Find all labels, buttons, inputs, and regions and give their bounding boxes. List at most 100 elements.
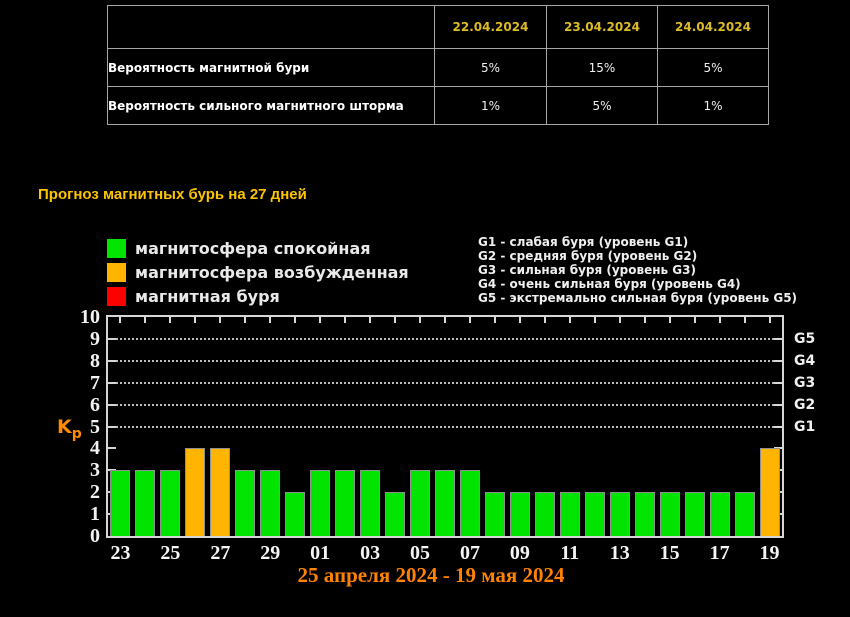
storm-color-swatch [107,287,126,306]
day-tick [744,317,746,323]
chart-date-range: 25 апреля 2024 - 19 мая 2024 [106,563,756,588]
table-row: Вероятность магнитной бури 5% 15% 5% [108,49,769,87]
y-axis-tick [774,360,782,362]
y-axis-labels: 012345678910 [28,315,100,538]
legend-item-quiet: магнитосфера спокойная [107,236,409,260]
table-corner-cell [108,6,435,49]
probability-value: 5% [547,87,658,125]
g-level-line: G2 - средняя буря (уровень G2) [478,249,797,263]
day-tick [144,317,146,323]
day-tick [394,317,396,323]
section-title: Прогноз магнитных бурь на 27 дней [38,186,307,203]
kp-bar [760,448,780,536]
y-tick-label: 10 [28,306,100,328]
y-tick-label: 9 [28,328,100,350]
y-tick-label: 3 [28,459,100,481]
quiet-color-swatch [107,239,126,258]
x-tick-label: 19 [748,542,792,565]
x-tick-label: 15 [648,542,692,565]
kp-bar [360,470,380,536]
y-tick-label: 5 [28,416,100,438]
day-tick [169,317,171,323]
legend-item-storm: магнитная буря [107,284,409,308]
day-tick [519,317,521,323]
legend-label: магнитосфера спокойная [135,239,371,258]
day-tick [294,317,296,323]
kp-bar [735,492,755,536]
day-tick [319,317,321,323]
y-axis-tick [774,404,782,406]
kp-bar [335,470,355,536]
y-tick-label: 2 [28,481,100,503]
chart-legend: магнитосфера спокойная магнитосфера возб… [107,236,409,308]
x-tick-label: 27 [198,542,242,565]
gridline-kp7 [108,382,782,384]
y-tick-label: 4 [28,437,100,459]
g-scale-labels: G5 G4 G3 G2 G1 [794,315,850,538]
kp-bar [585,492,605,536]
kp-bar [160,470,180,536]
day-tick [269,317,271,323]
kp-bar [210,448,230,536]
kp-bar [135,470,155,536]
g-scale-label-g3: G3 [794,374,815,392]
table-date-header: 22.04.2024 [435,6,547,49]
day-tick [494,317,496,323]
y-axis-tick [108,338,116,340]
g-scale-label-g5: G5 [794,330,815,348]
kp-bar [310,470,330,536]
day-tick [644,317,646,323]
row-label-severe-storm-probability: Вероятность сильного магнитного шторма [108,87,435,125]
day-tick [119,317,121,323]
table-date-header: 23.04.2024 [547,6,658,49]
y-axis-tick [774,382,782,384]
g-scale-label-g2: G2 [794,396,815,414]
x-tick-label: 25 [148,542,192,565]
y-axis-tick [108,360,116,362]
y-tick-label: 0 [28,525,100,547]
table-row: Вероятность сильного магнитного шторма 1… [108,87,769,125]
day-tick [244,317,246,323]
g-level-descriptions: G1 - слабая буря (уровень G1) G2 - средн… [478,235,797,305]
y-axis-tick [108,447,116,449]
kp-bar [385,492,405,536]
x-tick-label: 11 [548,542,592,565]
y-tick-label: 7 [28,372,100,394]
x-axis-labels: 2325272901030507091113151719 [106,542,784,564]
x-tick-label: 05 [398,542,442,565]
probability-table: 22.04.2024 23.04.2024 24.04.2024 Вероятн… [107,5,769,125]
day-tick [594,317,596,323]
day-tick [369,317,371,323]
kp-bar [535,492,555,536]
plot-area [106,315,784,538]
day-tick [219,317,221,323]
gridline-kp9 [108,338,782,340]
probability-value: 15% [547,49,658,87]
row-label-storm-probability: Вероятность магнитной бури [108,49,435,87]
kp-bar [485,492,505,536]
kp-bar [610,492,630,536]
kp-bar [560,492,580,536]
kp-bar [285,492,305,536]
kp-bar [710,492,730,536]
y-tick-label: 6 [28,394,100,416]
day-tick [694,317,696,323]
g-scale-label-g4: G4 [794,352,815,370]
kp-bar [185,448,205,536]
kp-bar [635,492,655,536]
legend-item-excited: магнитосфера возбужденная [107,260,409,284]
y-tick-label: 8 [28,350,100,372]
kp-bar [660,492,680,536]
g-scale-label-g1: G1 [794,418,815,436]
gridline-kp5 [108,426,782,428]
day-tick [444,317,446,323]
day-tick [419,317,421,323]
g-level-line: G1 - слабая буря (уровень G1) [478,235,797,249]
day-tick [569,317,571,323]
magnetic-storm-forecast-page: 22.04.2024 23.04.2024 24.04.2024 Вероятн… [0,0,850,617]
x-tick-label: 17 [698,542,742,565]
y-axis-tick [108,404,116,406]
day-tick [544,317,546,323]
legend-label: магнитная буря [135,287,280,306]
kp-bar [260,470,280,536]
